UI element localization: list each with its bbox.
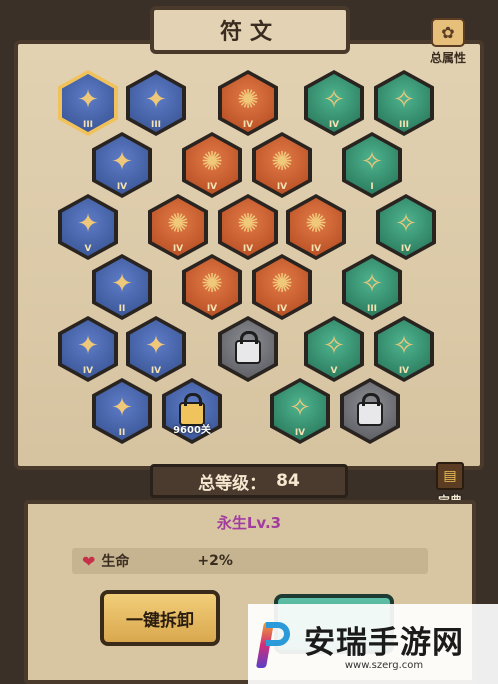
- rune-glyph-icon: ✺: [201, 269, 223, 299]
- rune-glyph-icon: ✧: [361, 269, 383, 299]
- rune-glyph-icon: ✺: [201, 147, 223, 177]
- total-level-label: 总等级：: [198, 473, 267, 494]
- watermark-title: 安瑞手游网: [304, 625, 464, 661]
- watermark-logo: [252, 614, 298, 674]
- tier-name: 永生Lv.3: [216, 514, 282, 532]
- rune-glyph-icon: ✺: [237, 85, 259, 115]
- rune-glyph-icon: ✺: [271, 147, 293, 177]
- rune-glyph-icon: ✧: [289, 393, 311, 423]
- rune-glyph-icon: ✦: [77, 85, 99, 115]
- rune-glyph-icon: ✧: [393, 331, 415, 361]
- rune-glyph-icon: ✧: [361, 147, 383, 177]
- total-attributes-button[interactable]: ✿ 总属性: [424, 18, 472, 66]
- watermark: 安瑞手游网 www.szerg.com: [248, 604, 498, 684]
- rune-glyph-icon: ✺: [167, 209, 189, 239]
- stat-value: +2%: [197, 553, 233, 569]
- total-attributes-label: 总属性: [429, 51, 466, 65]
- rune-glyph-icon: ✦: [145, 331, 167, 361]
- rune-glyph-icon: ✺: [305, 209, 327, 239]
- book-icon: ▤: [436, 462, 464, 490]
- unload-all-button[interactable]: 一键拆卸: [100, 590, 220, 646]
- rune-glyph-icon: ✺: [237, 209, 259, 239]
- stat-row: ❤ 生命 +2%: [72, 548, 428, 574]
- rune-glyph-icon: ✦: [111, 269, 133, 299]
- rune-glyph-icon: ✧: [393, 85, 415, 115]
- rune-face: [222, 320, 274, 378]
- heart-icon: ❤: [82, 551, 96, 571]
- rune-glyph-icon: ✧: [395, 209, 417, 239]
- stat-name: 生命: [101, 554, 130, 570]
- page-title: 符文: [219, 20, 280, 45]
- total-level-value: 84: [276, 471, 300, 491]
- attributes-icon: ✿: [431, 18, 465, 47]
- rune-glyph-icon: ✧: [323, 331, 345, 361]
- rune-glyph-icon: ✦: [111, 147, 133, 177]
- rune-glyph-icon: ✺: [271, 269, 293, 299]
- rune-glyph-icon: ✦: [77, 209, 99, 239]
- rune-glyph-icon: ✦: [111, 393, 133, 423]
- rune-face: [344, 382, 396, 440]
- title-banner: 符文: [150, 6, 350, 54]
- rune-glyph-icon: ✦: [77, 331, 99, 361]
- total-level-bar: 总等级： 84: [150, 464, 348, 498]
- rune-glyph-icon: ✦: [145, 85, 167, 115]
- lock-icon: [235, 331, 261, 364]
- rune-glyph-icon: ✧: [323, 85, 345, 115]
- watermark-url: www.szerg.com: [344, 660, 424, 671]
- lock-icon: [357, 393, 383, 426]
